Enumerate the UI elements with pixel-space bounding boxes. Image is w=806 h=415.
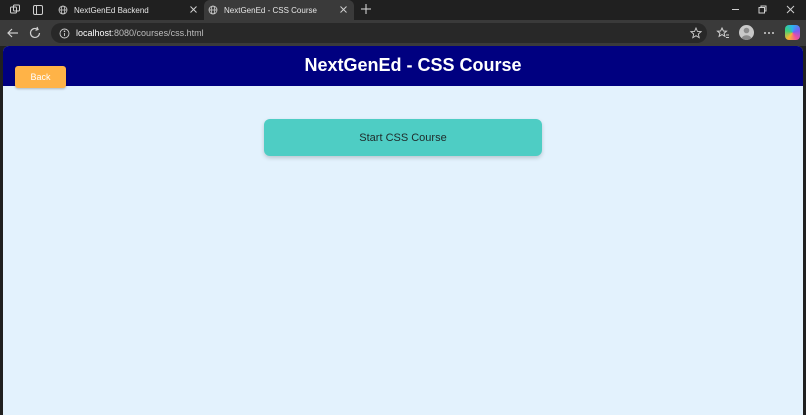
workspaces-icon[interactable] (9, 4, 21, 16)
restore-icon[interactable] (757, 4, 768, 15)
url-path: :8080/courses/css.html (111, 28, 204, 38)
profile-avatar[interactable] (739, 25, 754, 40)
page-title: NextGenEd - CSS Course (304, 55, 522, 75)
tab-nextgened-backend[interactable]: NextGenEd Backend (54, 0, 204, 20)
new-tab-plus-icon[interactable] (360, 3, 372, 15)
copilot-icon[interactable] (785, 25, 800, 40)
browser-toolbar: localhost:8080/courses/css.html (0, 20, 806, 46)
close-icon[interactable] (339, 5, 348, 14)
page-viewport: NextGenEd - CSS Course Back Start CSS Co… (3, 46, 803, 415)
favorites-icon[interactable] (716, 26, 730, 40)
close-window-icon[interactable] (785, 4, 796, 15)
tab-css-course[interactable]: NextGenEd - CSS Course (204, 0, 354, 20)
tab-title: NextGenEd Backend (74, 5, 149, 15)
close-icon[interactable] (189, 5, 198, 14)
back-arrow-icon[interactable] (6, 26, 20, 40)
globe-icon (208, 5, 218, 15)
person-icon (741, 27, 752, 40)
back-button[interactable]: Back (15, 66, 66, 88)
tab-actions-icon[interactable] (32, 4, 44, 16)
address-bar[interactable]: localhost:8080/courses/css.html (51, 23, 707, 43)
globe-icon (58, 5, 68, 15)
more-options-icon[interactable] (762, 26, 776, 40)
tab-title: NextGenEd - CSS Course (224, 5, 317, 15)
site-header: NextGenEd - CSS Course (3, 46, 803, 86)
favorite-star-icon[interactable] (690, 27, 702, 39)
site-info-icon[interactable] (59, 28, 70, 39)
minimize-icon[interactable] (730, 4, 741, 15)
start-course-button[interactable]: Start CSS Course (264, 119, 542, 156)
reload-icon[interactable] (28, 26, 42, 40)
url-host: localhost (76, 28, 112, 38)
browser-tab-strip: NextGenEd Backend NextGenEd - CSS Course (0, 0, 806, 20)
